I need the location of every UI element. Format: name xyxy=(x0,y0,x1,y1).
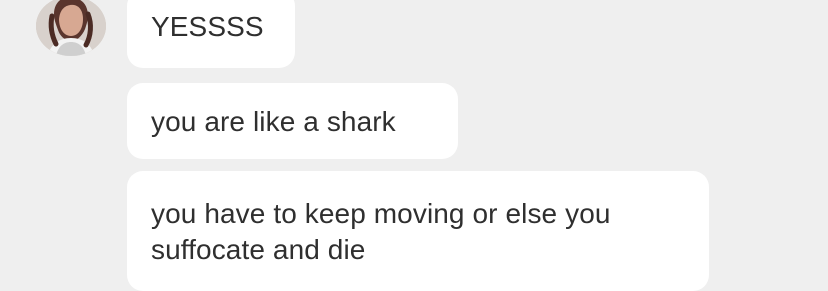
user-avatar-icon[interactable] xyxy=(36,0,106,56)
message-text: YESSSS xyxy=(151,11,264,42)
chat-thread: YESSSS you are like a shark you have to … xyxy=(0,0,828,291)
message-bubble[interactable]: you have to keep moving or else you suff… xyxy=(127,171,709,291)
message-bubble[interactable]: you are like a shark xyxy=(127,83,458,159)
message-text: you have to keep moving or else you suff… xyxy=(151,198,611,265)
message-text: you are like a shark xyxy=(151,106,396,137)
message-bubble[interactable]: YESSSS xyxy=(127,0,295,68)
